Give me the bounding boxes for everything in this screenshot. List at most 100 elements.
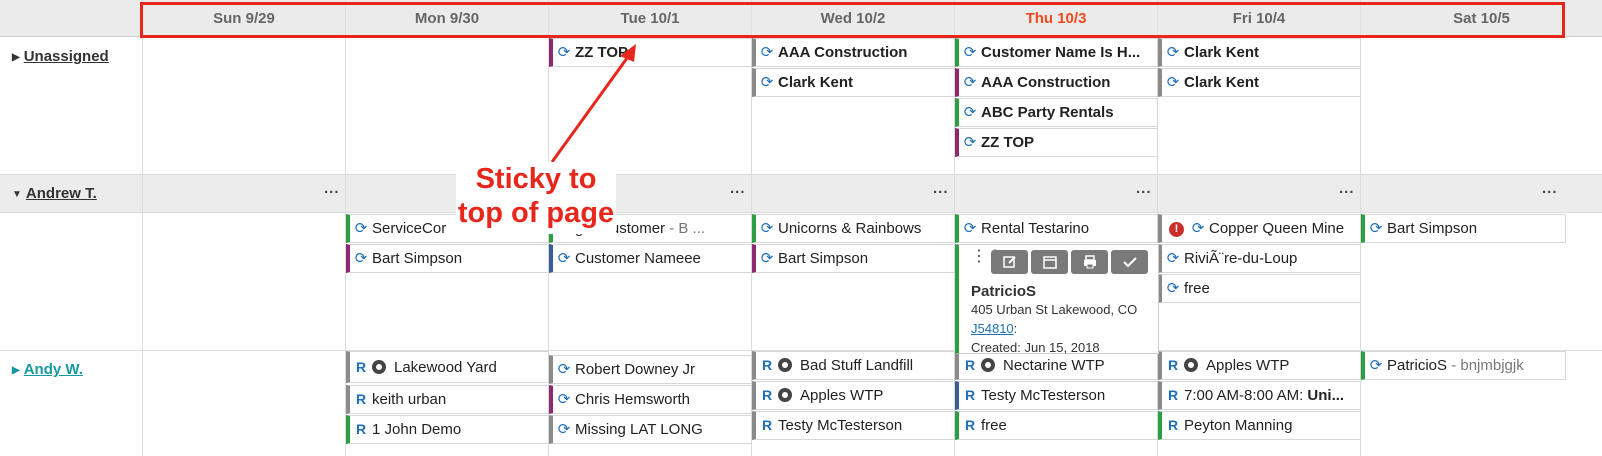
job-name: Clark Kent (778, 74, 854, 91)
popup-job-link-suffix: : (1013, 321, 1018, 336)
popup-job-link[interactable]: J54810 (971, 321, 1014, 336)
job-card[interactable]: ⟳ Clark Kent (1158, 38, 1361, 67)
job-name: AAA Construction (981, 74, 1111, 91)
job-subtitle: - bnjmbjgjk (1447, 357, 1524, 374)
popup-address: 405 Urban St Lakewood, CO (971, 302, 1138, 317)
print-button[interactable] (1071, 250, 1108, 274)
job-card[interactable]: R Apples WTP (752, 381, 955, 410)
job-card[interactable]: ! ⟳ Copper Queen Mine (1158, 214, 1361, 243)
job-card[interactable]: R 7:00 AM-8:00 AM: Uni... (1158, 381, 1361, 410)
expand-icon[interactable]: ▶ (12, 365, 20, 376)
job-name: keith urban (372, 391, 447, 408)
resource-unassigned-label[interactable]: Unassigned (24, 48, 109, 65)
refresh-icon: ⟳ (1166, 44, 1180, 61)
check-icon (1122, 257, 1137, 268)
highlight-box (140, 2, 1565, 38)
complete-button[interactable] (1111, 250, 1148, 274)
more-menu-icon[interactable]: ... (933, 180, 949, 197)
job-card[interactable]: ⟳ Bart Simpson (346, 244, 549, 273)
resource-andrew[interactable]: ▼ Andrew T. (12, 185, 97, 202)
refresh-icon: ⟳ (760, 74, 774, 91)
job-card[interactable]: ⟳ Customer Nameee (549, 244, 752, 273)
job-card[interactable]: ⟳ AAA Construction (752, 38, 955, 67)
job-name: Robert Downey Jr (575, 361, 696, 378)
job-card[interactable]: ⟳ RiviÃ¨re-du-Loup (1158, 244, 1361, 273)
recurring-icon: R (761, 387, 773, 403)
job-card[interactable]: ⟳ ZZ TOP (955, 128, 1158, 157)
job-card[interactable]: ⟳ ABC Party Rentals (955, 98, 1158, 127)
stop-icon (778, 388, 792, 402)
job-name: Clark Kent (1184, 74, 1260, 91)
calendar-button[interactable] (1031, 250, 1068, 274)
job-name: free (1184, 280, 1210, 297)
job-time: 7:00 AM-8:00 AM: (1184, 387, 1308, 404)
job-card[interactable]: R Testy McTesterson (955, 381, 1158, 410)
annotation-arrow (550, 44, 636, 163)
job-card[interactable]: ⟳ PatricioS - bnjmbjgjk (1361, 351, 1566, 380)
resource-andrew-label[interactable]: Andrew T. (26, 185, 97, 202)
job-card[interactable]: ⟳ Clark Kent (1158, 68, 1361, 97)
job-name: Apples WTP (1206, 357, 1290, 374)
expand-icon[interactable]: ▶ (12, 52, 20, 63)
job-card[interactable]: ⟳ Unicorns & Rainbows (752, 214, 955, 243)
row-divider (0, 212, 1602, 213)
refresh-icon: ⟳ (557, 250, 571, 267)
stop-icon (372, 360, 386, 374)
more-menu-icon[interactable]: ... (1542, 180, 1558, 197)
job-card[interactable]: ⟳ Bart Simpson (752, 244, 955, 273)
job-name: Customer Nameee (575, 250, 701, 267)
refresh-icon: ⟳ (354, 250, 368, 267)
job-card[interactable]: ⟳ Chris Hemsworth (549, 385, 752, 414)
job-name: Copper Queen Mine (1209, 220, 1345, 237)
job-card[interactable]: Rkeith urban (346, 385, 549, 414)
print-icon (1083, 255, 1096, 269)
job-card[interactable]: R Peyton Manning (1158, 411, 1361, 440)
job-card[interactable]: R Testy McTesterson (752, 411, 955, 440)
job-card[interactable]: R Apples WTP (1158, 351, 1361, 380)
refresh-icon: ⟳ (1166, 250, 1180, 267)
job-name: Bart Simpson (778, 250, 869, 267)
more-menu-icon[interactable]: ... (1136, 180, 1152, 197)
resource-unassigned[interactable]: ▶ Unassigned (12, 48, 109, 65)
refresh-icon: ⟳ (557, 361, 571, 378)
job-card[interactable]: ⟳ AAA Construction (955, 68, 1158, 97)
refresh-icon: ⟳ (963, 104, 977, 121)
job-card[interactable]: ⟳ free (1158, 274, 1361, 303)
job-name: ServiceCor (372, 220, 447, 237)
refresh-icon: ⟳ (760, 44, 774, 61)
calendar-icon (1042, 256, 1057, 269)
job-card[interactable]: Rfree (955, 411, 1158, 440)
job-name: Clark Kent (1184, 44, 1260, 61)
recurring-icon: R (964, 387, 976, 403)
job-name: Bart Simpson (1387, 220, 1478, 237)
job-card[interactable]: R 1 John Demo (346, 415, 549, 444)
job-card[interactable]: R Nectarine WTP (955, 351, 1158, 380)
edit-button[interactable] (991, 250, 1028, 274)
job-card[interactable]: ⟳ Clark Kent (752, 68, 955, 97)
job-name: Chris Hemsworth (575, 391, 691, 408)
job-card[interactable]: ⟳ Missing LAT LONG (549, 415, 752, 444)
refresh-icon: ⟳ (1166, 74, 1180, 91)
job-name: ZZ TOP (981, 134, 1035, 151)
job-card[interactable]: ⟳ Customer Name Is H... (955, 38, 1158, 67)
job-card[interactable]: R Bad Stuff Landfill (752, 351, 955, 380)
grid-line (142, 37, 143, 456)
recurring-icon: R (964, 417, 976, 433)
resource-andy-label[interactable]: Andy W. (24, 361, 83, 378)
job-card[interactable]: ⟳ Rental Testarino (955, 214, 1158, 243)
job-card[interactable]: ⟳ Robert Downey Jr (549, 355, 752, 384)
resource-andy[interactable]: ▶ Andy W. (12, 361, 83, 378)
job-name: PatricioS (1387, 357, 1448, 374)
more-menu-icon[interactable]: ... (324, 180, 340, 197)
stop-icon (981, 358, 995, 372)
refresh-icon: ⟳ (963, 134, 977, 151)
more-menu-icon[interactable]: ... (1339, 180, 1355, 197)
refresh-icon: ⟳ (963, 74, 977, 91)
more-menu-icon[interactable]: ... (730, 180, 746, 197)
refresh-icon: ⟳ (760, 250, 774, 267)
job-card[interactable]: ⟳ Bart Simpson (1361, 214, 1566, 243)
collapse-icon[interactable]: ▼ (12, 189, 22, 200)
recurring-icon: R (761, 357, 773, 373)
job-card[interactable]: R Lakewood Yard (346, 351, 549, 383)
header-corner (0, 0, 143, 37)
